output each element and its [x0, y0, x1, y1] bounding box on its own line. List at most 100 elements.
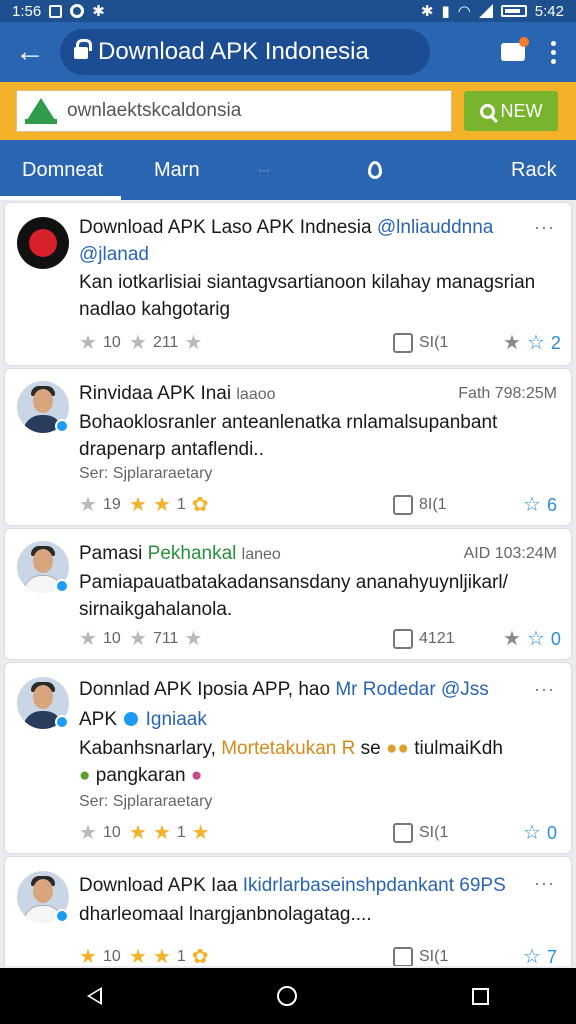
- star-icon: ★: [79, 332, 97, 354]
- post-more-icon[interactable]: ···: [534, 679, 555, 700]
- search-input[interactable]: [67, 100, 437, 122]
- favorite-action[interactable]: ☆ 0: [523, 821, 557, 845]
- emoji-icon: ●: [190, 765, 203, 786]
- reply-action[interactable]: ★ 10: [79, 331, 121, 355]
- tab-domneat[interactable]: Domneat: [22, 140, 103, 200]
- star-outline-icon: ☆: [523, 946, 541, 966]
- status-bar: 1:56 ✱ ✱ ▮ ◠ 5:42: [0, 0, 576, 22]
- star-outline-icon: ☆: [523, 494, 541, 516]
- post-actions: ★ 10 ★ ★ 1 ✿ SI(1 ☆ 7: [79, 945, 563, 966]
- star-icon: ★: [503, 332, 521, 354]
- wifi-icon: ◠: [457, 3, 471, 20]
- url-bar[interactable]: Download APK Indonesia: [60, 29, 430, 75]
- post-card[interactable]: Download APK Iaa Ikidrlarbaseinshpdankan…: [4, 856, 572, 966]
- share-action[interactable]: 8I(1: [393, 493, 447, 517]
- repost-action[interactable]: ★ ★ 1 ✿: [129, 945, 209, 966]
- post-author-line2: APK Igniaak: [79, 709, 207, 730]
- reply-action[interactable]: ★ 10: [79, 945, 121, 966]
- nav-recents-icon[interactable]: [471, 987, 489, 1005]
- post-card[interactable]: Download APK Laso APK Indnesia @lnliaudd…: [4, 202, 572, 366]
- new-search-button[interactable]: NEW: [464, 91, 558, 131]
- signal-icon: [478, 4, 493, 18]
- battery-icon: [500, 5, 527, 17]
- app-bar: ← Download APK Indonesia: [0, 22, 576, 82]
- share-action[interactable]: 4121: [393, 627, 455, 651]
- tab-drop[interactable]: [368, 140, 382, 200]
- nav-back-icon[interactable]: [87, 987, 103, 1005]
- notification-icon: [49, 4, 63, 18]
- post-card[interactable]: Pamasi Pekhankal laneo AID 103:24M Pamia…: [4, 528, 572, 660]
- emoji-icon: ●: [79, 765, 91, 786]
- star-icon: ★: [503, 628, 521, 650]
- verified-badge-icon: [55, 715, 69, 729]
- star-outline-icon: ☆: [526, 628, 545, 650]
- back-arrow-icon[interactable]: ←: [0, 22, 60, 82]
- star-icon: ★: [129, 822, 147, 844]
- sync-icon: [70, 4, 85, 18]
- star-icon: ★: [129, 628, 147, 650]
- post-author: Rinvidaa APK Inai laaoo: [79, 383, 276, 404]
- share-action[interactable]: SI(1: [393, 821, 448, 845]
- repost-action[interactable]: ★ ★ 1 ✿: [129, 493, 209, 517]
- page-title: Download APK Indonesia: [98, 38, 369, 65]
- post-text: Kan iotkarlisiai siantagvsartianoon kila…: [79, 272, 536, 320]
- star-icon: ★: [79, 822, 97, 844]
- avatar[interactable]: [17, 217, 69, 269]
- vibrate-icon: ▮: [441, 3, 450, 20]
- thumb-icon: [393, 823, 413, 843]
- star-icon: ★: [79, 946, 97, 966]
- post-text: dharleomaal lnargjanbnolagatag....: [79, 904, 372, 925]
- feed: Download APK Laso APK Indnesia @lnliaudd…: [4, 200, 572, 966]
- star-icon: ★: [152, 946, 171, 966]
- favorite-action[interactable]: ☆ 6: [523, 493, 557, 517]
- post-author: Download APK Laso APK Indnesia @lnliaudd…: [79, 217, 494, 238]
- tab-rack[interactable]: Rack: [511, 140, 557, 200]
- more-menu-icon[interactable]: [551, 40, 556, 64]
- search-icon: [479, 103, 495, 119]
- favorite-action[interactable]: ★ ☆ 0: [503, 627, 561, 651]
- app-icon: ✱: [92, 3, 105, 20]
- thumb-icon: [393, 333, 413, 353]
- post-more-icon[interactable]: ···: [534, 217, 555, 238]
- thumb-icon: [393, 947, 413, 966]
- reply-action[interactable]: ★ 10: [79, 627, 121, 651]
- post-actions: ★ 19 ★ ★ 1 ✿ 8I(1 ☆ 6: [79, 493, 563, 517]
- reply-action[interactable]: ★ 19: [79, 493, 121, 517]
- search-box: [16, 90, 452, 132]
- post-author: Donnlad APK Iposia APP, hao Mr Rodedar @…: [79, 679, 489, 700]
- post-subtext: Ser: Sjplararaetary: [79, 793, 213, 810]
- apk-logo-icon: [25, 98, 57, 124]
- post-card[interactable]: Rinvidaa APK Inai laaoo Fath 798:25M Boh…: [4, 368, 572, 526]
- nav-home-icon[interactable]: [276, 986, 297, 1006]
- tabs-icon[interactable]: [501, 37, 529, 61]
- tab-more-dots[interactable]: ···: [258, 140, 270, 200]
- share-action[interactable]: SI(1: [393, 945, 448, 966]
- emoji-icon: ●●: [386, 738, 409, 759]
- thumb-icon: [393, 495, 413, 515]
- repost-action[interactable]: ★ 711 ★: [129, 627, 202, 651]
- favorite-action[interactable]: ★ ☆ 2: [503, 331, 561, 355]
- post-more-icon[interactable]: ···: [534, 873, 555, 894]
- repost-action[interactable]: ★ 211 ★: [129, 331, 202, 355]
- star-icon: ★: [191, 822, 210, 844]
- star-icon: ★: [79, 628, 97, 650]
- repost-action[interactable]: ★ ★ 1 ★: [129, 821, 210, 845]
- reply-action[interactable]: ★ 10: [79, 821, 121, 845]
- star-icon: ★: [184, 332, 203, 354]
- post-actions: ★ 10 ★ ★ 1 ★ SI(1 ☆ 0: [79, 821, 563, 845]
- share-action[interactable]: SI(1: [393, 331, 448, 355]
- star-outline-icon: ☆: [526, 332, 545, 354]
- post-text: Pamiapauatbatakadansansdany ananahyuynlj…: [79, 572, 508, 620]
- star-icon: ★: [152, 822, 171, 844]
- tab-bar: Domneat Marn ··· Rack: [0, 140, 576, 200]
- post-actions: ★ 10 ★ 211 ★ SI(1 ★ ☆ 2: [79, 331, 563, 355]
- star-icon: ✿: [191, 946, 209, 966]
- status-time-right: 5:42: [534, 2, 564, 20]
- tab-marn[interactable]: Marn: [154, 140, 200, 200]
- favorite-action[interactable]: ☆ 7: [523, 945, 557, 967]
- post-handle-line: @jlanad: [79, 244, 149, 265]
- post-card[interactable]: Donnlad APK Iposia APP, hao Mr Rodedar @…: [4, 662, 572, 854]
- post-subtext: Ser: Sjplararaetary: [79, 465, 213, 482]
- post-text: Bohaoklosranler anteanlenatka rnlamalsup…: [79, 412, 498, 460]
- post-author: Download APK Iaa Ikidrlarbaseinshpdankan…: [79, 875, 506, 896]
